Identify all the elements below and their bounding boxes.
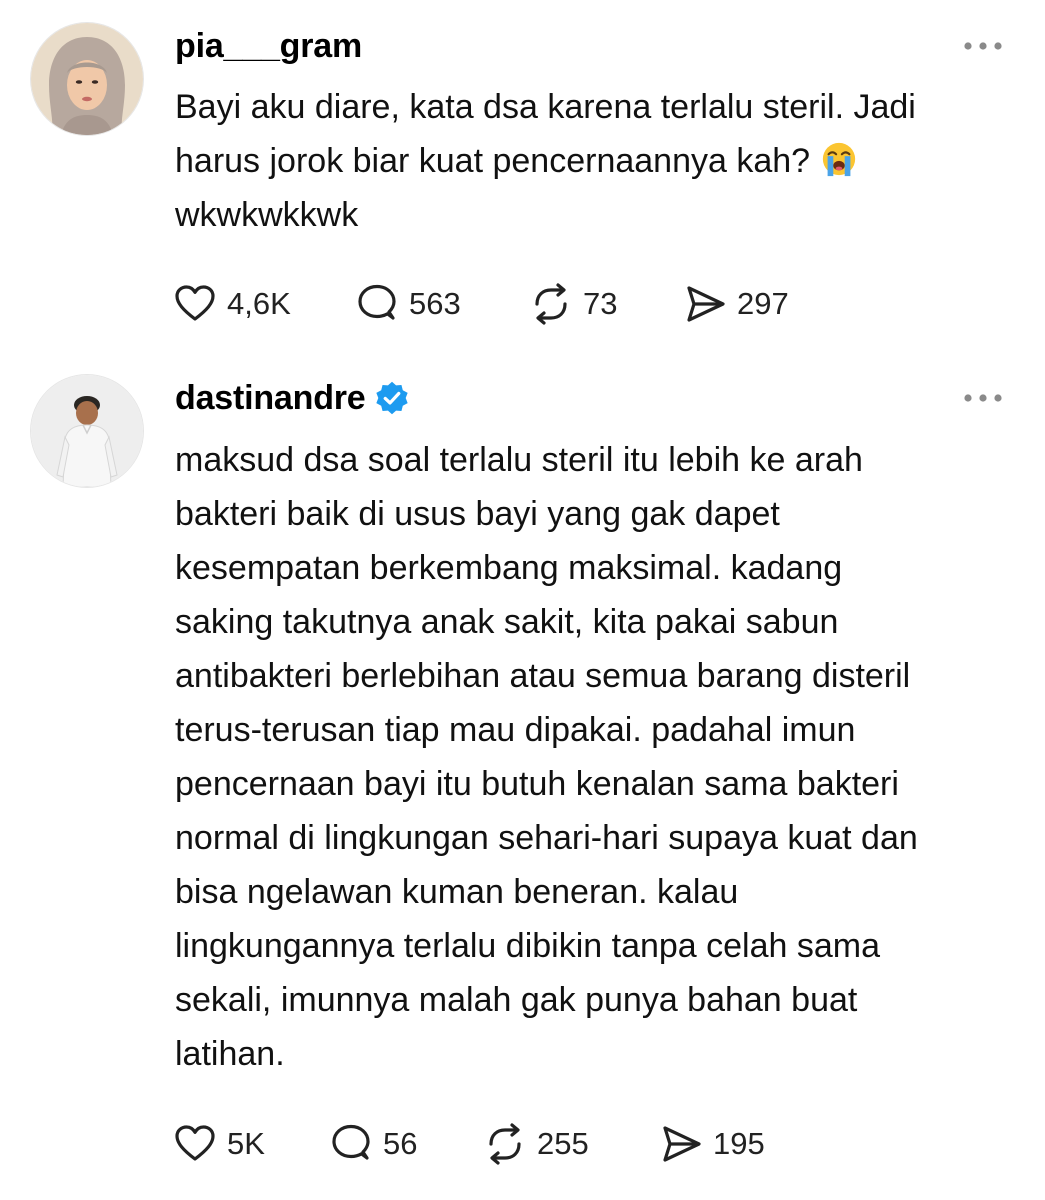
send-icon: [663, 1126, 701, 1162]
post-text-part: Bayi aku diare, kata dsa karena terlalu …: [175, 88, 916, 180]
username[interactable]: dastinandre: [175, 379, 366, 418]
repost-button[interactable]: 73: [529, 282, 617, 326]
more-dots-icon[interactable]: [962, 392, 1004, 404]
heart-icon: [175, 1125, 215, 1161]
repost-arrows-icon: [489, 1123, 521, 1165]
repost-button[interactable]: 255: [483, 1122, 589, 1166]
speech-bubble-icon: [358, 284, 396, 320]
reply-count: 563: [409, 286, 461, 321]
post-text: Bayi aku diare, kata dsa karena terlalu …: [175, 80, 1015, 242]
like-button[interactable]: 4,6K: [173, 282, 291, 326]
username[interactable]: pia___gram: [175, 27, 362, 66]
verified-badge-icon: [375, 381, 408, 415]
post: pia___gram Bayi aku diare, kata dsa kare…: [0, 0, 1045, 360]
share-button[interactable]: 297: [683, 282, 789, 326]
share-button[interactable]: 195: [659, 1122, 765, 1166]
send-icon: [687, 286, 725, 322]
avatar-image: [31, 375, 143, 487]
reply-button[interactable]: 56: [329, 1122, 417, 1166]
repost-count: 255: [537, 1126, 589, 1161]
username-row: pia___gram: [175, 22, 362, 70]
post: dastinandre maksud dsa soal terlalu ster…: [0, 360, 1045, 1200]
post-text: maksud dsa soal terlalu steril itu lebih…: [175, 441, 918, 1073]
repost-count: 73: [583, 286, 618, 321]
post-text-part: wkwkwkkwk: [175, 196, 359, 234]
avatar[interactable]: [31, 375, 143, 487]
reply-count: 56: [383, 1126, 418, 1161]
avatar-image: [31, 23, 143, 135]
username-row: dastinandre: [175, 374, 410, 422]
reply-button[interactable]: 563: [355, 282, 461, 326]
loudly-crying-face-icon: [822, 142, 855, 177]
speech-bubble-icon: [332, 1124, 370, 1160]
share-count: 195: [713, 1126, 765, 1161]
heart-icon: [175, 285, 215, 321]
like-count: 4,6K: [227, 286, 291, 321]
repost-arrows-icon: [535, 283, 567, 325]
share-count: 297: [737, 286, 789, 321]
avatar[interactable]: [31, 23, 143, 135]
like-count: 5K: [227, 1126, 265, 1161]
like-button[interactable]: 5K: [173, 1122, 265, 1166]
more-dots-icon[interactable]: [962, 40, 1004, 52]
